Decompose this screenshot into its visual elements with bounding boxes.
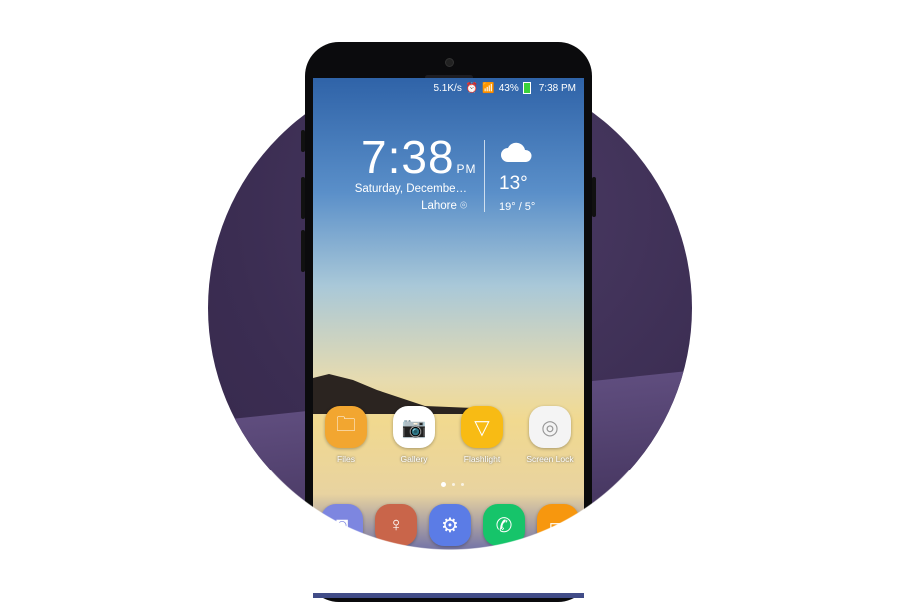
gallery-camera-icon: 📷 xyxy=(393,406,435,448)
app-flashlight[interactable]: ▽ Flashlight xyxy=(452,406,512,464)
status-time: 7:38 PM xyxy=(538,82,576,94)
app-files[interactable]: 🗀 Files xyxy=(316,406,376,464)
app-screen-lock[interactable]: ◎ Screen Lock xyxy=(520,406,580,464)
temperature: 13° xyxy=(499,173,528,194)
battery-icon xyxy=(522,82,531,94)
divider xyxy=(484,140,485,212)
clock-date: Saturday, Decembe… xyxy=(354,183,467,195)
folder-icon: 🗀 xyxy=(325,406,367,448)
circle-crop-mask xyxy=(0,470,900,593)
network-speed: 5.1K/s xyxy=(433,82,462,94)
app-label: Files xyxy=(337,454,355,464)
status-bar: 5.1K/s ⏰ 📶 43% 7:38 PM xyxy=(433,82,576,94)
cloud-icon xyxy=(501,142,532,162)
location-pin-icon: ⌾ xyxy=(460,200,467,212)
location: Lahore ⌾ xyxy=(421,200,467,213)
alarm-icon: ⏰ xyxy=(465,82,479,94)
fingerprint-icon: ◎ xyxy=(529,406,571,448)
wifi-icon: 📶 xyxy=(482,82,495,94)
front-camera xyxy=(445,58,454,67)
battery-percent: 43% xyxy=(498,82,519,94)
flashlight-icon: ▽ xyxy=(461,406,503,448)
city-label: Lahore xyxy=(421,200,457,212)
temperature-range: 19° / 5° xyxy=(499,201,536,213)
app-gallery[interactable]: 📷 Gallery xyxy=(384,406,444,464)
clock-widget[interactable]: 7:38 PM xyxy=(361,130,477,184)
clock-ampm: PM xyxy=(456,162,477,176)
app-label: Flashlight xyxy=(463,454,501,464)
app-label: Gallery xyxy=(400,454,428,464)
clock-time: 7:38 xyxy=(361,131,455,183)
app-label: Screen Lock xyxy=(526,454,574,464)
